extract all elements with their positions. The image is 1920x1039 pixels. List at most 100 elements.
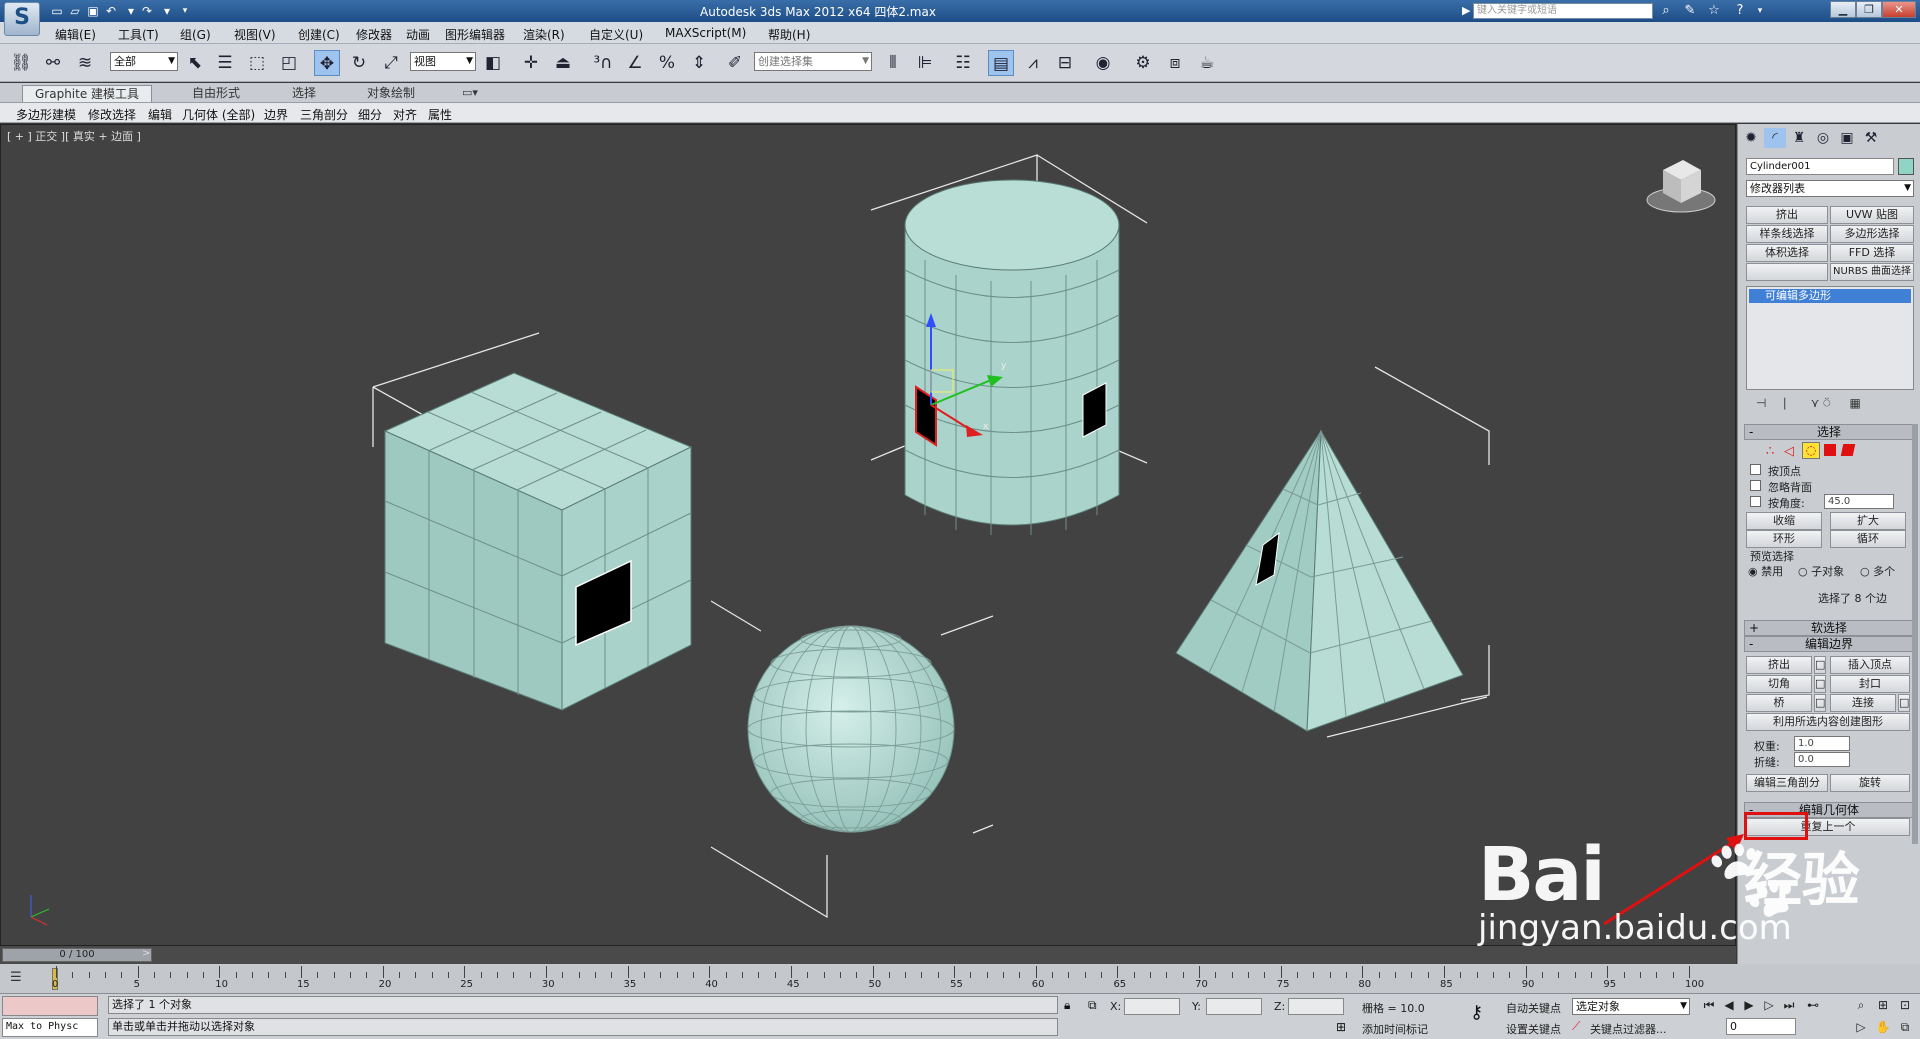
auto-key-button[interactable]: 自动关键点 [1506,1000,1561,1016]
time-tag-icon[interactable]: ⊞ [1336,1020,1346,1034]
next-frame-icon[interactable]: > [142,948,150,959]
zoom-all-icon[interactable]: ⊞ [1874,996,1892,1014]
menu-maxscript[interactable]: MAXScript(M) [665,26,746,40]
display-tab-icon[interactable]: ▣ [1836,128,1858,148]
edit-triangulation-button[interactable]: 编辑三角剖分 [1746,774,1828,792]
expand-icon[interactable]: ▶ [1462,4,1470,17]
redo-icon[interactable]: ↷ [138,3,156,19]
tab-selection[interactable]: 选择 [280,85,328,102]
by-angle-checkbox[interactable] [1750,496,1761,507]
zoom-icon[interactable]: ⌕ [1852,996,1870,1014]
menu-create[interactable]: 创建(C) [298,26,340,43]
angle-snap-icon[interactable]: ∠ [622,50,648,76]
panel-edit[interactable]: 编辑 [148,106,172,123]
layer-manager-icon[interactable]: ☷ [950,50,976,76]
pivot-center-icon[interactable]: ◧ [480,50,506,76]
select-by-name-icon[interactable]: ☰ [212,50,238,76]
key-mode-toggle-icon[interactable]: ⊷ [1804,996,1822,1014]
schematic-view-icon[interactable]: ⊟ [1052,50,1078,76]
minimize-button[interactable]: ▁ [1830,1,1856,18]
time-slider[interactable]: 0 / 100 [2,948,152,962]
selection-filter-dropdown[interactable]: 全部 ▼ [110,52,178,71]
ignore-backface-checkbox[interactable] [1750,480,1761,491]
close-button[interactable]: ✕ [1882,1,1916,18]
tab-graphite[interactable]: Graphite 建模工具 [22,85,153,102]
panel-properties[interactable]: 属性 [428,106,452,123]
panel-subdivision[interactable]: 细分 [358,106,382,123]
edit-named-sets-icon[interactable]: ✐ [722,50,748,76]
tab-object-paint[interactable]: 对象绘制 [355,85,427,102]
mod-nurbs-select-button[interactable]: NURBS 曲面选择 [1830,263,1914,281]
vertex-mode-icon[interactable]: ∴ [1766,444,1774,459]
modify-tab-icon[interactable]: ◜ [1764,128,1786,148]
key-filter-icon[interactable]: ⟋ [1572,1019,1580,1034]
menu-help[interactable]: 帮助(H) [768,26,810,43]
pan-icon[interactable]: ✋ [1874,1018,1892,1036]
x-coord-field[interactable] [1124,998,1180,1015]
cap-button[interactable]: 封口 [1830,675,1910,693]
bridge-button[interactable]: 桥 [1746,694,1812,712]
mini-listener-input[interactable] [2,996,98,1016]
tools-icon[interactable]: ✎ [1680,2,1700,20]
extrude-settings-button[interactable]: □ [1814,656,1826,674]
track-bar[interactable]: ☰ 0 5 10 15 20 25 30 35 40 45 50 55 60 65 70 75 80 85 90 95… [0,964,1920,994]
connect-settings-button[interactable]: □ [1898,694,1910,712]
stack-tools-icons[interactable]: ⊣ ∣ ⋎ ⍥ ▦ [1756,396,1861,411]
fov-icon[interactable]: ▷ [1852,1018,1870,1036]
open-icon[interactable]: ▱ [66,3,84,19]
key-mode-dropdown[interactable]: 选定对象 ▼ [1572,998,1690,1015]
preview-subobj-radio[interactable]: ○ 子对象 [1798,563,1844,579]
ref-coord-dropdown[interactable]: 视图 ▼ [410,52,476,71]
modifier-list-dropdown[interactable]: 修改器列表 ▼ [1746,180,1914,197]
panel-border[interactable]: 边界 [264,106,288,123]
by-vertex-checkbox[interactable] [1750,464,1761,475]
menu-customize[interactable]: 自定义(U) [589,26,643,43]
render-setup-icon[interactable]: ⚙ [1130,50,1156,76]
mini-listener-output[interactable]: Max to Physc [2,1018,98,1037]
lock-icon[interactable]: 🔒︎ [1064,998,1070,1013]
chamfer-settings-button[interactable]: □ [1814,675,1826,693]
window-crossing-icon[interactable]: ◰ [276,50,302,76]
turn-button[interactable]: 旋转 [1830,774,1910,792]
save-icon[interactable]: ▣ [84,3,102,19]
percent-snap-icon[interactable]: % [654,50,680,76]
goto-start-icon[interactable]: ⏮ [1700,996,1718,1014]
mirror-icon[interactable]: ⫴ [880,50,906,76]
angle-spinner[interactable]: 45.0 [1824,494,1894,509]
mod-uvw-map-button[interactable]: UVW 贴图 [1830,206,1914,224]
element-mode-icon[interactable] [1840,444,1856,456]
motion-tab-icon[interactable]: ◎ [1812,128,1834,148]
rollout-soft-selection[interactable]: + 软选择 [1744,620,1914,636]
next-frame-icon[interactable]: ▷ [1760,996,1778,1014]
tab-freeform[interactable]: 自由形式 [180,85,252,102]
help-search-input[interactable]: 键入关键字或短语 [1473,3,1653,19]
unlink-icon[interactable]: ⚯ [40,50,66,76]
mod-vol-select-button[interactable]: 体积选择 [1746,244,1828,262]
set-key-button[interactable]: 设置关键点 [1506,1021,1561,1037]
star-icon[interactable]: ☆ [1704,2,1724,20]
menu-modifiers[interactable]: 修改器 [356,26,392,43]
select-rotate-icon[interactable]: ↻ [346,50,372,76]
restore-button[interactable]: ❐ [1856,1,1882,18]
polygon-mode-icon[interactable] [1824,444,1836,456]
create-tab-icon[interactable]: ✹ [1740,128,1762,148]
app-logo[interactable]: S [4,2,40,36]
ring-button[interactable]: 环形 [1746,530,1822,548]
undo-icon[interactable]: ↶ [102,3,120,19]
graphite-toggle-icon[interactable]: ▤ [988,50,1014,76]
z-coord-field[interactable] [1288,998,1344,1015]
bind-spacewarp-icon[interactable]: ≋ [72,50,98,76]
absolute-mode-icon[interactable]: ⧉ [1088,998,1097,1013]
select-manipulate-icon[interactable]: ✛ [518,50,544,76]
zoom-extents-icon[interactable]: ⊡ [1896,996,1914,1014]
key-icon[interactable]: ⚷ [1470,1002,1483,1023]
keyboard-shortcut-icon[interactable]: ⏏ [550,50,576,76]
loop-button[interactable]: 循环 [1830,530,1906,548]
curve-editor-icon[interactable]: ⩘ [1020,50,1046,76]
preview-disabled-radio[interactable]: ◉ 禁用 [1748,563,1783,579]
panel-scrollbar[interactable] [1912,424,1918,844]
customize-icon[interactable]: ▾ [176,3,194,19]
preview-multi-radio[interactable]: ○ 多个 [1860,563,1895,579]
perspective-viewport[interactable]: [ + ] 正交 ][ 真实 + 边面 ] y x [0,124,1736,946]
select-scale-icon[interactable]: ⤢ [378,50,404,76]
